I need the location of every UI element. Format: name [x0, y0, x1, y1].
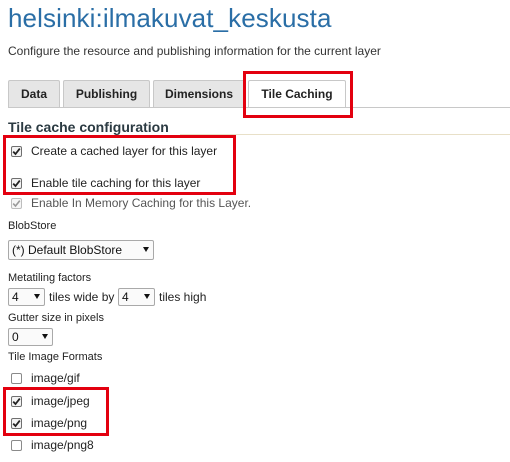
- image-formats-label: Tile Image Formats: [8, 351, 103, 363]
- format-png8-checkbox[interactable]: [11, 439, 22, 451]
- tab-data[interactable]: Data: [8, 80, 60, 107]
- format-jpeg-label: image/jpeg: [31, 394, 90, 408]
- metatiling-high-select[interactable]: 4: [118, 288, 155, 306]
- metatiling-label: Metatiling factors: [8, 272, 92, 284]
- format-row-png: image/png: [11, 415, 87, 431]
- tab-publishing[interactable]: Publishing: [63, 80, 150, 107]
- blobstore-selected-value: (*) Default BlobStore: [12, 243, 123, 257]
- tab-tile-caching[interactable]: Tile Caching: [248, 80, 346, 108]
- tiles-wide-text: tiles wide by: [49, 290, 115, 304]
- chevron-down-icon: [143, 247, 149, 252]
- checkmark-icon: [12, 179, 21, 187]
- checkmark-icon: [12, 397, 21, 405]
- metatiling-wide-select[interactable]: 4: [8, 288, 45, 306]
- format-row-jpeg: image/jpeg: [11, 393, 90, 409]
- gutter-label: Gutter size in pixels: [8, 312, 104, 324]
- format-row-png8: image/png8: [11, 437, 94, 453]
- enable-tile-caching-row: Enable tile caching for this layer: [11, 175, 200, 191]
- create-cached-layer-row: Create a cached layer for this layer: [11, 143, 217, 159]
- section-title: Tile cache configuration: [8, 119, 169, 135]
- tab-divider: [8, 107, 510, 108]
- metatiling-wide-value: 4: [12, 290, 19, 304]
- enable-tile-caching-label: Enable tile caching for this layer: [31, 176, 201, 190]
- format-png8-label: image/png8: [31, 438, 94, 452]
- page-title: helsinki:ilmakuvat_keskusta: [8, 3, 332, 33]
- checkmark-icon: [12, 199, 21, 207]
- format-png-label: image/png: [31, 416, 88, 430]
- gutter-value: 0: [12, 330, 19, 344]
- checkmark-icon: [12, 419, 21, 427]
- gutter-select[interactable]: 0: [8, 328, 53, 346]
- checkmark-icon: [12, 147, 21, 155]
- chevron-down-icon: [42, 334, 48, 339]
- chevron-down-icon: [34, 294, 40, 299]
- in-memory-caching-row: Enable In Memory Caching for this Layer.: [11, 195, 251, 211]
- create-cached-layer-label: Create a cached layer for this layer: [31, 144, 218, 158]
- format-row-gif: image/gif: [11, 370, 80, 386]
- format-gif-label: image/gif: [31, 371, 80, 385]
- format-gif-checkbox[interactable]: [11, 372, 22, 384]
- blobstore-label: BlobStore: [8, 220, 57, 232]
- enable-tile-caching-checkbox[interactable]: [11, 177, 22, 189]
- create-cached-layer-checkbox[interactable]: [11, 145, 22, 157]
- chevron-down-icon: [144, 294, 150, 299]
- page-description: Configure the resource and publishing in…: [8, 44, 381, 58]
- tab-bar: Data Publishing Dimensions Tile Caching: [8, 80, 510, 108]
- format-png-checkbox[interactable]: [11, 417, 22, 429]
- in-memory-caching-label: Enable In Memory Caching for this Layer.: [31, 196, 252, 210]
- tab-dimensions[interactable]: Dimensions: [153, 80, 245, 107]
- in-memory-caching-checkbox[interactable]: [11, 197, 22, 209]
- tiles-high-text: tiles high: [159, 290, 207, 304]
- blobstore-select[interactable]: (*) Default BlobStore: [8, 240, 154, 260]
- section-divider: [180, 134, 510, 135]
- metatiling-high-value: 4: [122, 290, 129, 304]
- format-jpeg-checkbox[interactable]: [11, 395, 22, 407]
